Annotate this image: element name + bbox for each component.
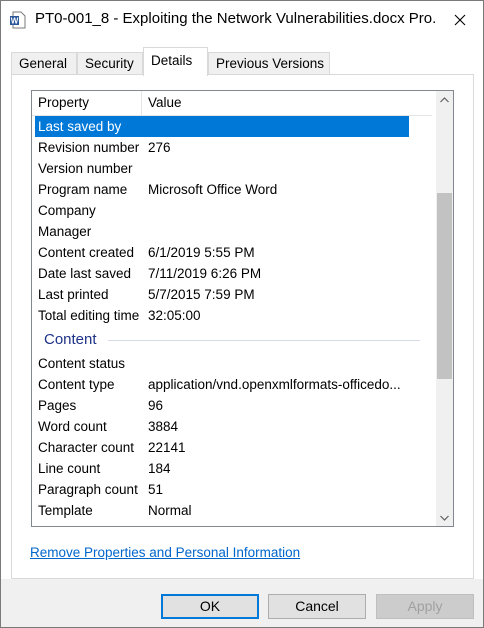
row-property: Content created (38, 245, 135, 260)
row-value: 7/11/2019 6:26 PM (148, 266, 262, 281)
list-row-last-saved-by[interactable]: Last saved by (35, 116, 409, 137)
tab-security[interactable]: Security (77, 52, 143, 75)
list-row-date-last-saved[interactable]: Date last saved 7/11/2019 6:26 PM (32, 263, 432, 284)
row-value: 22141 (148, 440, 186, 455)
row-property: Paragraph count (38, 482, 138, 497)
row-value: 32:05:00 (148, 308, 201, 323)
row-property: Revision number (38, 140, 140, 155)
ok-button[interactable]: OK (161, 594, 259, 619)
section-label: Content (44, 331, 97, 348)
row-property: Date last saved (38, 266, 132, 281)
scroll-down-icon[interactable] (436, 509, 453, 526)
list-row-content-type[interactable]: Content type application/vnd.openxmlform… (32, 374, 432, 395)
section-divider (108, 340, 420, 341)
list-row-paragraph-count[interactable]: Paragraph count 51 (32, 479, 432, 500)
row-property: Manager (38, 224, 92, 239)
row-property: Character count (38, 440, 135, 455)
list-row-word-count[interactable]: Word count 3884 (32, 416, 432, 437)
title-bar[interactable]: W PT0-001_8 - Exploiting the Network Vul… (1, 1, 483, 39)
column-header-property[interactable]: Property (32, 91, 142, 115)
row-property: Company (38, 203, 96, 218)
row-property: Last printed (38, 287, 109, 302)
word-document-icon: W (10, 11, 26, 29)
list-row-last-printed[interactable]: Last printed 5/7/2015 7:59 PM (32, 284, 432, 305)
row-value: 96 (148, 398, 164, 413)
row-value: 3884 (148, 419, 179, 434)
list-row-manager[interactable]: Manager (32, 221, 432, 242)
list-row-content-status[interactable]: Content status (32, 353, 432, 374)
list-header: Property Value (32, 91, 432, 116)
row-property: Total editing time (38, 308, 140, 323)
tab-bar: General Security Details Previous Versio… (11, 47, 475, 76)
close-icon[interactable] (437, 1, 483, 39)
cancel-button[interactable]: Cancel (268, 594, 366, 619)
properties-dialog: W PT0-001_8 - Exploiting the Network Vul… (0, 0, 484, 628)
tab-general[interactable]: General (11, 52, 77, 75)
apply-button[interactable]: Apply (376, 594, 474, 619)
details-panel: Property Value Last saved by Revision nu… (11, 74, 474, 579)
row-property: Program name (38, 182, 128, 197)
list-row-pages[interactable]: Pages 96 (32, 395, 432, 416)
row-value: 276 (148, 140, 171, 155)
list-row-total-editing-time[interactable]: Total editing time 32:05:00 (32, 305, 432, 326)
section-header-content: Content (32, 326, 432, 353)
row-property: Word count (38, 419, 107, 434)
row-property: Template (38, 503, 93, 518)
list-row-version-number[interactable]: Version number (32, 158, 432, 179)
list-row-character-count[interactable]: Character count 22141 (32, 437, 432, 458)
list-row-revision-number[interactable]: Revision number 276 (32, 137, 432, 158)
row-property: Version number (38, 161, 133, 176)
list-row-content-created[interactable]: Content created 6/1/2019 5:55 PM (32, 242, 432, 263)
row-property: Line count (38, 461, 101, 476)
list-row-program-name[interactable]: Program name Microsoft Office Word (32, 179, 432, 200)
row-value: application/vnd.openxmlformats-officedo.… (148, 377, 401, 392)
row-value: Microsoft Office Word (148, 182, 278, 197)
row-property: Last saved by (38, 119, 122, 134)
list-row-company[interactable]: Company (32, 200, 432, 221)
list-row-template[interactable]: Template Normal (32, 500, 432, 521)
properties-list[interactable]: Property Value Last saved by Revision nu… (31, 90, 454, 527)
column-header-value[interactable]: Value (142, 91, 432, 115)
vertical-scrollbar[interactable] (436, 91, 453, 526)
list-rows: Last saved by Revision number 276 Versio… (32, 116, 432, 521)
row-value: 184 (148, 461, 171, 476)
row-value: 5/7/2015 7:59 PM (148, 287, 255, 302)
tab-details[interactable]: Details (143, 47, 208, 76)
remove-properties-link[interactable]: Remove Properties and Personal Informati… (30, 545, 300, 560)
window-title: PT0-001_8 - Exploiting the Network Vulne… (35, 10, 435, 27)
row-property: Content type (38, 377, 115, 392)
row-property: Pages (38, 398, 77, 413)
tab-previous-versions[interactable]: Previous Versions (208, 52, 330, 75)
dialog-footer: OK Cancel Apply (1, 579, 483, 627)
scroll-up-icon[interactable] (436, 91, 453, 108)
row-value: 51 (148, 482, 164, 497)
row-property: Content status (38, 356, 126, 371)
scrollbar-thumb[interactable] (437, 193, 452, 379)
row-value: Normal (148, 503, 192, 518)
list-row-line-count[interactable]: Line count 184 (32, 458, 432, 479)
row-value: 6/1/2019 5:55 PM (148, 245, 255, 260)
word-icon-letter: W (11, 17, 19, 26)
